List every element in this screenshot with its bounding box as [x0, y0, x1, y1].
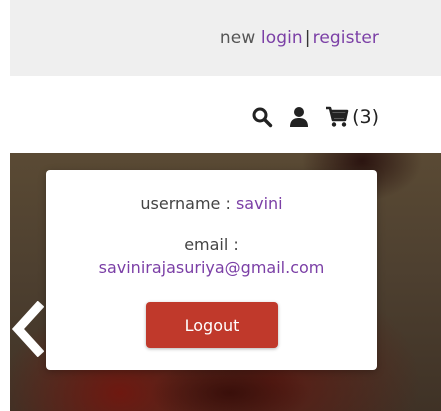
top-bar: new login | register — [10, 0, 441, 76]
slider-prev-arrow-icon[interactable] — [10, 300, 45, 358]
search-icon[interactable] — [251, 106, 273, 128]
username-value: savini — [235, 194, 283, 213]
register-link[interactable]: register — [313, 28, 379, 48]
email-value: savinirajasuriya@gmail.com — [98, 258, 325, 277]
logout-button[interactable]: Logout — [146, 302, 278, 348]
login-link[interactable]: login — [261, 28, 303, 48]
username-row: username : savini — [46, 194, 377, 213]
username-label: username : — [140, 194, 231, 213]
email-label: email : — [184, 235, 239, 254]
user-icon[interactable] — [289, 106, 309, 128]
account-popup: username : savini email : savinirajasuri… — [46, 170, 377, 370]
cart-count: (3) — [352, 106, 379, 128]
cart-button[interactable]: (3) — [325, 106, 379, 128]
header-icon-row: (3) — [251, 100, 379, 134]
cart-icon — [325, 106, 349, 128]
auth-links: new login | register — [220, 28, 379, 48]
auth-separator: | — [304, 28, 311, 48]
auth-prefix-text: new — [219, 28, 256, 48]
